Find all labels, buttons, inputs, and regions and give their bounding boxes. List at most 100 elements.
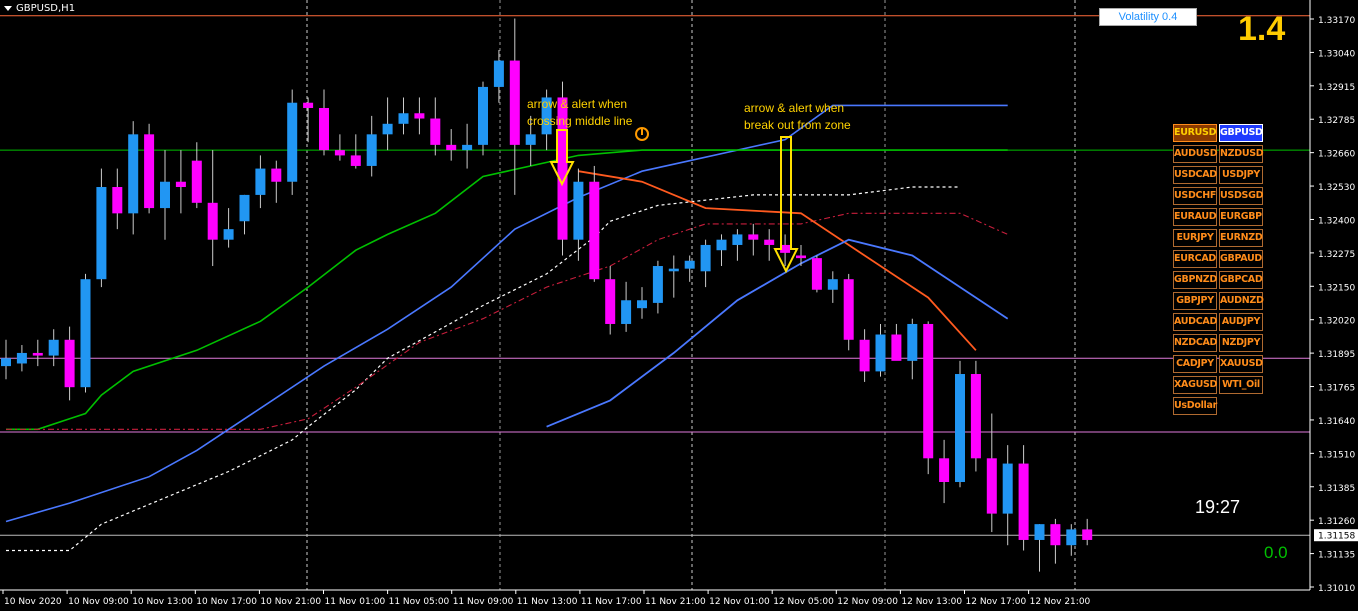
bull-candle [462, 144, 473, 151]
symbol-button-eurnzd[interactable]: EURNZD [1219, 229, 1263, 247]
bear-candle [1082, 529, 1093, 540]
bottom-value: 0.0 [1264, 543, 1288, 562]
symbol-button-eurjpy[interactable]: EURJPY [1173, 229, 1217, 247]
bear-candle [891, 334, 902, 361]
time-tick-label: 12 Nov 01:00 [709, 597, 770, 607]
bear-candle [748, 234, 759, 240]
bull-candle [668, 268, 679, 272]
price-tick-label: 1.32915 [1318, 83, 1355, 93]
symbol-button-usdchf[interactable]: USDCHF [1173, 187, 1217, 205]
symbol-button-nzdjpy[interactable]: NZDJPY [1219, 334, 1263, 352]
symbol-button-nzdusd[interactable]: NZDUSD [1219, 145, 1264, 163]
bull-candle [80, 279, 91, 388]
caret-down-icon[interactable] [4, 5, 12, 11]
symbol-button-audcad[interactable]: AUDCAD [1173, 313, 1217, 331]
symbol-title: GBPUSD,H1 [4, 3, 75, 14]
bear-candle [1050, 524, 1061, 546]
annotation-text: arrow & alert when [744, 101, 845, 115]
price-chart[interactable]: 1.33170 1.33040 1.32915 1.32785 1.32660 1.325… [0, 0, 1358, 611]
symbol-button-eurcad[interactable]: EURCAD [1173, 250, 1217, 268]
symbol-button-eurgbp[interactable]: EURGBP [1219, 208, 1263, 226]
bull-candle [1066, 529, 1077, 546]
bull-candle [1002, 463, 1013, 514]
annotation-text: break out from zone [744, 118, 851, 132]
bull-candle [223, 229, 234, 240]
bear-candle [191, 160, 202, 203]
bear-candle [589, 181, 600, 280]
bull-candle [573, 181, 584, 240]
lower-band-line-2 [546, 238, 1009, 428]
bear-candle [796, 255, 806, 259]
bull-candle [16, 352, 27, 364]
symbol-button-eurusd[interactable]: EURUSD [1173, 124, 1217, 142]
green-band-line [6, 149, 1008, 431]
symbol-button-audusd[interactable]: AUDUSD [1173, 145, 1218, 163]
symbol-button-gbpnzd[interactable]: GBPNZD [1173, 271, 1217, 289]
bull-candle [907, 323, 918, 361]
symbol-button-audjpy[interactable]: AUDJPY [1219, 313, 1263, 331]
bear-candle [271, 168, 282, 182]
price-tick-label: 1.33040 [1318, 49, 1355, 59]
bull-candle [875, 334, 886, 372]
chart-grid [306, 0, 1076, 590]
price-tick-label: 1.32020 [1318, 317, 1355, 327]
bull-candle [48, 339, 59, 356]
annotation-zone: arrow & alert when break out from zone [744, 100, 851, 134]
bear-candle [175, 181, 186, 188]
symbol-button-nzdcad[interactable]: NZDCAD [1173, 334, 1217, 352]
bear-candle [350, 155, 361, 166]
symbol-button-usdcad[interactable]: USDCAD [1173, 166, 1217, 184]
symbol-button-xauusd[interactable]: XAUUSD [1219, 355, 1263, 373]
bear-candle [319, 107, 329, 151]
annotation-text: crossing middle line [527, 114, 633, 128]
symbol-button-wti-oil[interactable]: WTI_Oil [1219, 376, 1263, 394]
price-tick-label: 1.32785 [1318, 116, 1355, 126]
bear-candle [112, 187, 123, 214]
time-tick-label: 10 Nov 13:00 [132, 597, 193, 607]
time-tick-label: 10 Nov 09:00 [68, 597, 129, 607]
dashdot-line [6, 212, 1008, 430]
price-tick-label: 1.32275 [1318, 250, 1355, 260]
volatility-badge: Volatility 0.4 [1099, 8, 1197, 26]
price-tick-label: 1.31010 [1318, 584, 1355, 594]
price-tick-label: 1.31895 [1318, 350, 1355, 360]
bear-candle [32, 352, 43, 356]
price-tick-label: 1.31510 [1318, 450, 1355, 460]
symbol-button-cadjpy[interactable]: CADJPY [1173, 355, 1217, 373]
symbol-button-euraud[interactable]: EURAUD [1173, 208, 1217, 226]
bull-candle [128, 134, 139, 214]
price-tick-label: 1.32530 [1318, 183, 1355, 193]
bear-candle [64, 339, 75, 388]
symbol-button-audnzd[interactable]: AUDNZD [1219, 292, 1264, 310]
bull-candle [255, 168, 266, 195]
bear-candle [939, 458, 950, 483]
symbol-button-usdollar[interactable]: UsDollar [1173, 397, 1217, 415]
bull-candle [398, 113, 409, 124]
volatility-big-value: 1.4 [1238, 10, 1286, 48]
bear-candle [446, 144, 457, 151]
symbol-label: GBPUSD,H1 [16, 3, 76, 14]
time-tick-label: 11 Nov 01:00 [325, 597, 386, 607]
bull-candle [525, 134, 536, 145]
bull-candle [700, 244, 711, 272]
bull-candle [493, 60, 504, 87]
symbol-button-xagusd[interactable]: XAGUSD [1173, 376, 1217, 394]
price-tick-label: 1.31765 [1318, 384, 1355, 394]
middle-dashed-line [6, 186, 960, 552]
symbol-button-usdjpy[interactable]: USDJPY [1219, 166, 1263, 184]
annotation-middle-line: arrow & alert when crossing middle line [527, 96, 632, 130]
symbol-button-gbpjpy[interactable]: GBPJPY [1173, 292, 1217, 310]
bull-candle [287, 102, 298, 182]
symbol-button-gbpusd[interactable]: GBPUSD [1219, 124, 1263, 142]
bull-candle [478, 86, 488, 145]
bear-candle [859, 339, 870, 372]
time-tick-label: 10 Nov 17:00 [196, 597, 257, 607]
bull-candle [1, 358, 11, 367]
symbol-button-usdsgd[interactable]: USDSGD [1219, 187, 1263, 205]
time-tick-label: 10 Nov 2020 [4, 597, 62, 607]
bull-candle [1034, 524, 1045, 540]
symbol-button-gbpaud[interactable]: GBPAUD [1219, 250, 1263, 268]
price-tick-label: 1.31385 [1318, 484, 1355, 494]
time-tick-label: 11 Nov 17:00 [581, 597, 642, 607]
symbol-button-gbpcad[interactable]: GBPCAD [1219, 271, 1263, 289]
